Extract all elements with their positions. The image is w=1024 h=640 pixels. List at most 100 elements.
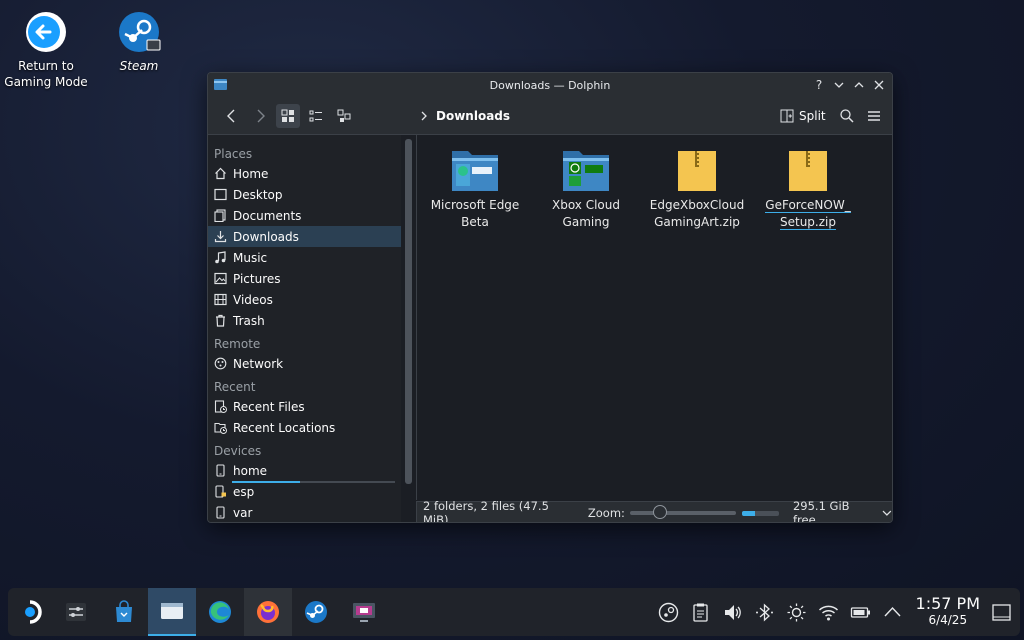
free-space-label[interactable]: 295.1 GiB free — [793, 499, 874, 522]
folder-icon — [452, 151, 498, 191]
scrollbar-thumb[interactable] — [405, 139, 412, 484]
clock-time: 1:57 PM — [915, 594, 980, 613]
shopping-bag-icon — [116, 600, 132, 622]
icons-view-button[interactable] — [276, 104, 300, 128]
compact-view-button[interactable] — [304, 104, 328, 128]
places-panel: Places Home Desktop Documents Downloads … — [208, 135, 401, 522]
task-microsoft-edge[interactable] — [196, 588, 244, 636]
device-item-var[interactable]: var — [208, 502, 401, 522]
clipboard-icon[interactable] — [690, 602, 711, 623]
details-view-button[interactable] — [332, 104, 356, 128]
search-button[interactable] — [835, 104, 859, 128]
places-item-recent-files[interactable]: Recent Files — [208, 396, 401, 417]
search-icon — [840, 109, 854, 123]
free-space-fill — [741, 510, 755, 516]
battery-icon[interactable] — [850, 602, 871, 623]
task-discover[interactable] — [100, 588, 148, 636]
chevron-down-icon[interactable] — [882, 508, 892, 518]
help-button[interactable]: ? — [812, 78, 826, 92]
places-item-label: Music — [233, 250, 268, 265]
volume-icon[interactable] — [722, 602, 743, 623]
file-item-edgexboxcloudgamingart-zip[interactable]: EdgeXboxCloud GamingArt.zip — [647, 147, 747, 231]
bluetooth-icon[interactable] — [754, 602, 775, 623]
recent-files-icon — [214, 400, 227, 413]
places-item-label: Recent Files — [233, 399, 305, 414]
desktop-icon-label: Steam — [119, 59, 159, 73]
device-item-esp[interactable]: esp — [208, 481, 401, 502]
dolphin-window: Downloads — Dolphin ? Downloads Split Pl… — [207, 72, 893, 523]
breadcrumb[interactable]: Downloads — [420, 97, 510, 135]
split-button-label: Split — [799, 109, 826, 123]
zoom-label: Zoom: — [587, 506, 625, 520]
file-view[interactable]: Microsoft Edge Beta Xbox Cloud Gaming Ed… — [416, 135, 892, 500]
places-item-label: Documents — [233, 208, 302, 223]
edge-browser-icon — [209, 601, 231, 623]
menu-button[interactable] — [862, 104, 886, 128]
steam-icon — [305, 601, 327, 623]
places-item-label: Pictures — [233, 271, 281, 286]
device-item-home[interactable]: home — [208, 460, 401, 483]
task-steam[interactable] — [292, 588, 340, 636]
places-item-pictures[interactable]: Pictures — [208, 268, 401, 289]
steam-tray-icon[interactable] — [658, 602, 679, 623]
taskbar: 1:57 PM 6/4/25 — [8, 588, 1020, 636]
task-system-settings[interactable] — [52, 588, 100, 636]
places-item-videos[interactable]: Videos — [208, 289, 401, 310]
places-item-recent-locations[interactable]: Recent Locations — [208, 417, 401, 438]
file-item-xbox-cloud-gaming[interactable]: Xbox Cloud Gaming — [536, 147, 636, 231]
breadcrumb-item-downloads[interactable]: Downloads — [436, 109, 510, 123]
places-item-home[interactable]: Home — [208, 163, 401, 184]
settings-sliders-icon — [66, 603, 86, 621]
drive-icon — [216, 506, 225, 519]
split-button[interactable]: Split — [780, 104, 826, 128]
zoom-slider-handle[interactable] — [653, 505, 668, 519]
task-screen-capture[interactable] — [340, 588, 388, 636]
clock-date: 6/4/25 — [928, 613, 968, 627]
places-item-documents[interactable]: Documents — [208, 205, 401, 226]
trash-icon — [216, 314, 225, 327]
brightness-icon[interactable] — [786, 602, 807, 623]
clock[interactable]: 1:57 PM 6/4/25 — [916, 596, 980, 628]
places-item-trash[interactable]: Trash — [208, 310, 401, 331]
places-scrollbar[interactable] — [405, 139, 412, 484]
close-button[interactable] — [872, 78, 886, 92]
status-summary: 2 folders, 2 files (47.5 MiB) — [423, 499, 549, 523]
wifi-icon[interactable] — [818, 602, 839, 623]
free-space-bar — [741, 510, 779, 516]
places-item-label: esp — [233, 484, 255, 499]
file-name: EdgeXboxCloud GamingArt.zip — [649, 198, 745, 229]
file-item-geforcenow-setup-zip[interactable]: GeForceNOW_ Setup.zip — [758, 147, 858, 231]
task-dolphin[interactable] — [148, 588, 196, 636]
status-bar: 2 folders, 2 files (47.5 MiB) Zoom: 295.… — [416, 499, 892, 523]
file-item-microsoft-edge-beta[interactable]: Microsoft Edge Beta — [425, 147, 525, 231]
places-item-music[interactable]: Music — [208, 247, 401, 268]
music-note-icon — [215, 251, 226, 264]
application-launcher[interactable] — [8, 588, 52, 636]
maximize-button[interactable] — [852, 78, 866, 92]
places-item-desktop[interactable]: Desktop — [208, 184, 401, 205]
back-button[interactable] — [220, 104, 244, 128]
places-item-label: Videos — [233, 292, 273, 307]
zip-archive-icon — [789, 151, 827, 191]
places-item-downloads[interactable]: Downloads — [208, 226, 401, 247]
hamburger-menu-icon — [868, 111, 880, 121]
places-item-label: Recent Locations — [233, 420, 336, 435]
desktop-icon-steam[interactable]: Steam — [94, 10, 184, 74]
minimize-button[interactable] — [832, 78, 846, 92]
section-header-devices: Devices — [214, 444, 262, 458]
desktop-icon-return-to-gaming-mode[interactable]: Return to Gaming Mode — [1, 10, 91, 90]
zoom-slider[interactable] — [629, 505, 736, 519]
chevron-up-icon[interactable] — [882, 602, 903, 623]
places-item-network[interactable]: Network — [208, 353, 401, 374]
places-item-label: home — [233, 463, 268, 478]
screen-capture-icon — [353, 603, 375, 622]
task-firefox[interactable] — [244, 588, 292, 636]
drive-lock-icon — [215, 485, 226, 498]
home-icon — [215, 167, 226, 180]
window-titlebar[interactable]: Downloads — Dolphin ? — [208, 73, 892, 97]
close-icon — [874, 80, 884, 90]
show-desktop-icon[interactable] — [991, 602, 1012, 623]
recent-locations-icon — [214, 422, 227, 434]
chevron-left-icon — [227, 109, 235, 123]
forward-button[interactable] — [248, 104, 272, 128]
